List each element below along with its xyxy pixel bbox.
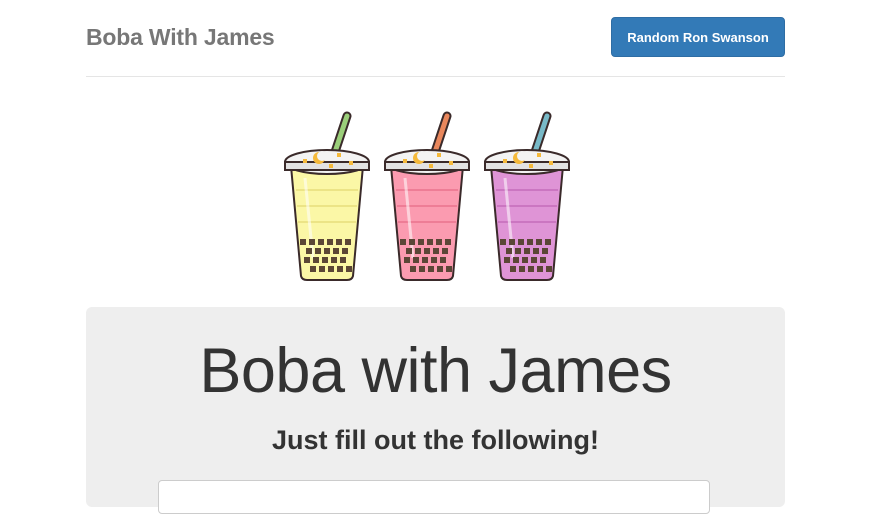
boba-pearl [313,257,319,263]
random-ron-swanson-button[interactable]: Random Ron Swanson [611,17,785,57]
star-icon [503,159,507,163]
boba-pearl [333,248,339,254]
cup-lid-rim [284,161,370,171]
star-icon [337,153,341,157]
boba-pearl [319,266,325,272]
boba-pearl [442,248,448,254]
boba-pearl [424,248,430,254]
boba-pearl [536,239,542,245]
navbar: Boba With James Random Ron Swanson [86,0,785,77]
boba-pearl [436,239,442,245]
boba-pearl [519,266,525,272]
boba-pearl [406,248,412,254]
boba-pearl [428,266,434,272]
moon-cutout [317,151,327,161]
moon-cutout [517,151,527,161]
boba-cup-purple [484,111,570,281]
boba-pearl [540,257,546,263]
form-input[interactable] [158,480,710,514]
cup-lid-rim [484,161,570,171]
boba-cups-illustration [284,111,570,281]
star-icon [349,161,353,165]
boba-pearl [522,257,528,263]
boba-pearl [309,239,315,245]
brand-title[interactable]: Boba With James [86,24,275,51]
jumbotron: Boba with James Just fill out the follow… [86,307,785,514]
boba-pearl [440,257,446,263]
boba-pearl [327,239,333,245]
boba-pearl [510,266,516,272]
boba-pearl [322,257,328,263]
boba-cup-pink [384,111,470,281]
cup-lid-rim [384,161,470,171]
boba-pearl [533,248,539,254]
boba-pearl [500,239,506,245]
boba-cup-yellow [284,111,370,281]
boba-pearl [419,266,425,272]
boba-pearl [422,257,428,263]
star-icon [403,159,407,163]
star-icon [529,164,533,168]
boba-pearl [345,239,351,245]
star-icon [329,164,333,168]
boba-pearl [509,239,515,245]
boba-pearl [410,266,416,272]
boba-pearl [513,257,519,263]
boba-pearl [528,266,534,272]
star-icon [549,161,553,165]
star-icon [437,153,441,157]
jumbotron-title: Boba with James [199,336,672,406]
boba-pearl [318,239,324,245]
boba-pearl [542,248,548,254]
boba-pearl [304,257,310,263]
boba-pearl [518,239,524,245]
boba-pearl [418,239,424,245]
star-icon [429,164,433,168]
boba-pearl [342,248,348,254]
moon-cutout [417,151,427,161]
boba-pearl [300,239,306,245]
boba-pearl [437,266,443,272]
boba-pearl [409,239,415,245]
boba-pearl [445,239,451,245]
boba-pearl [346,266,352,272]
boba-pearl [446,266,452,272]
boba-pearl [310,266,316,272]
boba-pearl [545,239,551,245]
boba-pearl [415,248,421,254]
boba-pearl [546,266,552,272]
star-icon [303,159,307,163]
boba-pearl [515,248,521,254]
boba-pearl [537,266,543,272]
boba-pearl [331,257,337,263]
star-icon [449,161,453,165]
boba-pearl [404,257,410,263]
boba-pearl [427,239,433,245]
star-icon [537,153,541,157]
boba-pearl [400,239,406,245]
boba-pearl [524,248,530,254]
jumbotron-subtitle: Just fill out the following! [272,425,599,455]
boba-pearl [306,248,312,254]
boba-pearl [506,248,512,254]
boba-pearl [324,248,330,254]
boba-pearl [433,248,439,254]
boba-pearl [340,257,346,263]
boba-pearl [413,257,419,263]
boba-pearl [328,266,334,272]
boba-pearl [527,239,533,245]
boba-pearl [504,257,510,263]
boba-pearl [336,239,342,245]
boba-pearl [315,248,321,254]
boba-pearl [431,257,437,263]
boba-pearl [337,266,343,272]
boba-pearl [531,257,537,263]
